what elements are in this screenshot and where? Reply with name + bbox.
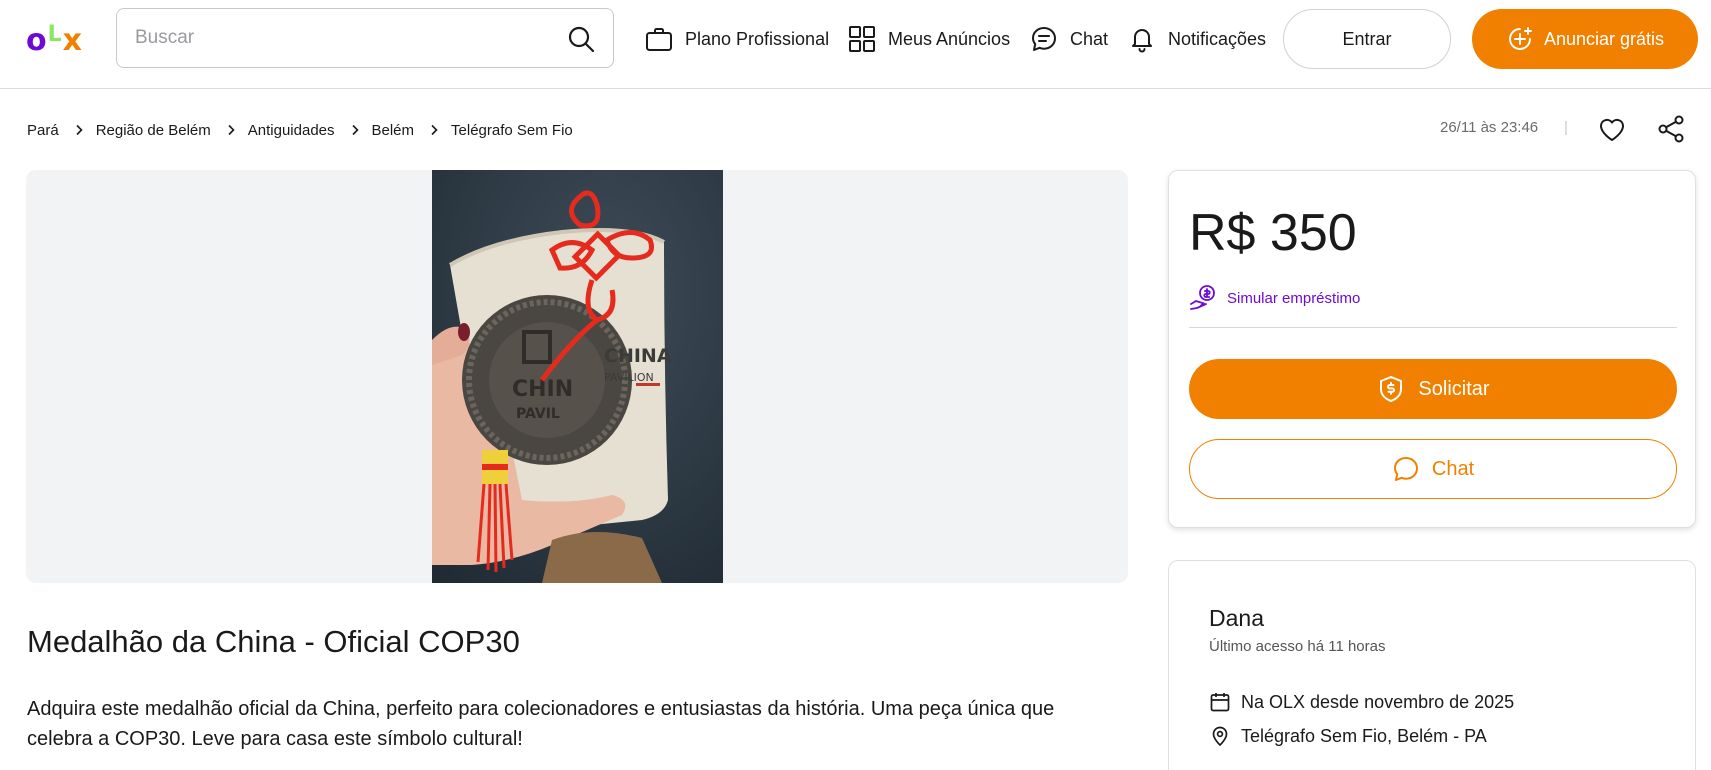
breadcrumb: Pará Região de Belém Antiguidades Belém …	[27, 119, 573, 141]
briefcase-icon	[646, 28, 672, 51]
logo-letter-o: o	[26, 23, 47, 58]
breadcrumb-item-categoria[interactable]: Antiguidades	[248, 122, 335, 139]
money-hand-icon	[1190, 285, 1215, 310]
shield-money-icon	[1380, 376, 1403, 402]
seller-card: Dana Último acesso há 11 horas Na OLX de…	[1168, 560, 1696, 770]
seller-since-text: Na OLX desde novembro de 2025	[1241, 691, 1515, 712]
price-divider	[1189, 327, 1677, 328]
breadcrumb-item-regiao[interactable]: Região de Belém	[96, 122, 211, 139]
logo-letter-x: x	[62, 23, 83, 58]
plus-sparkle-icon	[1508, 27, 1532, 50]
seller-name[interactable]: Dana	[1209, 605, 1264, 632]
breadcrumb-item-bairro[interactable]: Telégrafo Sem Fio	[451, 122, 573, 139]
chat-bubble-icon	[1393, 457, 1418, 481]
chat-button[interactable]: Chat	[1189, 439, 1677, 499]
nav-notificacoes[interactable]: Notificações	[1128, 22, 1266, 56]
nav-chat-label: Chat	[1070, 28, 1109, 49]
nav-plano-profissional[interactable]: Plano Profissional	[645, 22, 829, 56]
top-header: o L x Plano Profissional Meus Anúncios C…	[0, 0, 1711, 89]
seller-since-row: Na OLX desde novembro de 2025	[1209, 691, 1514, 713]
location-pin-icon	[1212, 726, 1228, 747]
search-icon[interactable]	[567, 25, 595, 53]
post-ad-button[interactable]: Anunciar grátis	[1472, 9, 1698, 69]
nav-notificacoes-label: Notificações	[1168, 28, 1267, 49]
logo-letter-l: L	[47, 22, 62, 47]
breadcrumb-item-para[interactable]: Pará	[27, 122, 59, 139]
chat-bubble-icon	[1032, 27, 1056, 51]
post-ad-label: Anunciar grátis	[1543, 28, 1665, 49]
nav-chat[interactable]: Chat	[1030, 22, 1108, 56]
svg-text:CHIN: CHIN	[512, 377, 573, 402]
nav-plano-label: Plano Profissional	[685, 28, 830, 49]
heart-icon[interactable]	[1596, 113, 1628, 145]
request-button-label: Solicitar	[1418, 377, 1490, 400]
svg-text:PAVIL: PAVIL	[516, 406, 560, 422]
simulate-loan-link[interactable]: Simular empréstimo	[1189, 284, 1360, 312]
nav-meus-anuncios[interactable]: Meus Anúncios	[848, 22, 1010, 56]
search-input[interactable]	[135, 21, 535, 55]
simulate-loan-label: Simular empréstimo	[1227, 289, 1361, 307]
price-card: R$ 350 Simular empréstimo Solicitar Chat	[1168, 170, 1696, 528]
olx-logo[interactable]: o L x	[26, 22, 83, 58]
request-button[interactable]: Solicitar	[1189, 359, 1677, 419]
chat-button-label: Chat	[1431, 457, 1475, 480]
chevron-right-icon	[228, 124, 235, 136]
date-divider: |	[1564, 119, 1568, 136]
svg-text:PAVILION: PAVILION	[604, 371, 654, 384]
bell-icon	[1132, 29, 1152, 53]
seller-location-text: Telégrafo Sem Fio, Belém - PA	[1241, 725, 1487, 746]
svg-text:CHINA: CHINA	[604, 345, 672, 367]
search-box	[116, 8, 614, 68]
breadcrumb-item-cidade[interactable]: Belém	[372, 122, 415, 139]
listing-photo[interactable]: CHIN PAVIL CHINA PAVILION	[432, 170, 723, 583]
listing-title: Medalhão da China - Oficial COP30	[27, 624, 520, 659]
chevron-right-icon	[431, 124, 438, 136]
grid-icon	[849, 26, 875, 52]
listing-price: R$ 350	[1189, 204, 1357, 262]
seller-last-access: Último acesso há 11 horas	[1209, 638, 1386, 655]
login-button[interactable]: Entrar	[1283, 9, 1451, 69]
nav-anuncios-label: Meus Anúncios	[888, 28, 1011, 49]
chevron-right-icon	[76, 124, 83, 136]
chevron-right-icon	[351, 124, 359, 136]
calendar-icon	[1210, 693, 1230, 712]
share-icon[interactable]	[1656, 113, 1686, 145]
medallion-photo-illustration: CHIN PAVIL CHINA PAVILION	[432, 170, 723, 583]
seller-location-row: Telégrafo Sem Fio, Belém - PA	[1209, 725, 1487, 747]
login-button-label: Entrar	[1342, 28, 1392, 49]
listing-description: Adquira este medalhão oficial da China, …	[27, 698, 1055, 750]
posted-date: 26/11 às 23:46	[1440, 119, 1539, 136]
image-gallery[interactable]: CHIN PAVIL CHINA PAVILION	[26, 170, 1128, 583]
